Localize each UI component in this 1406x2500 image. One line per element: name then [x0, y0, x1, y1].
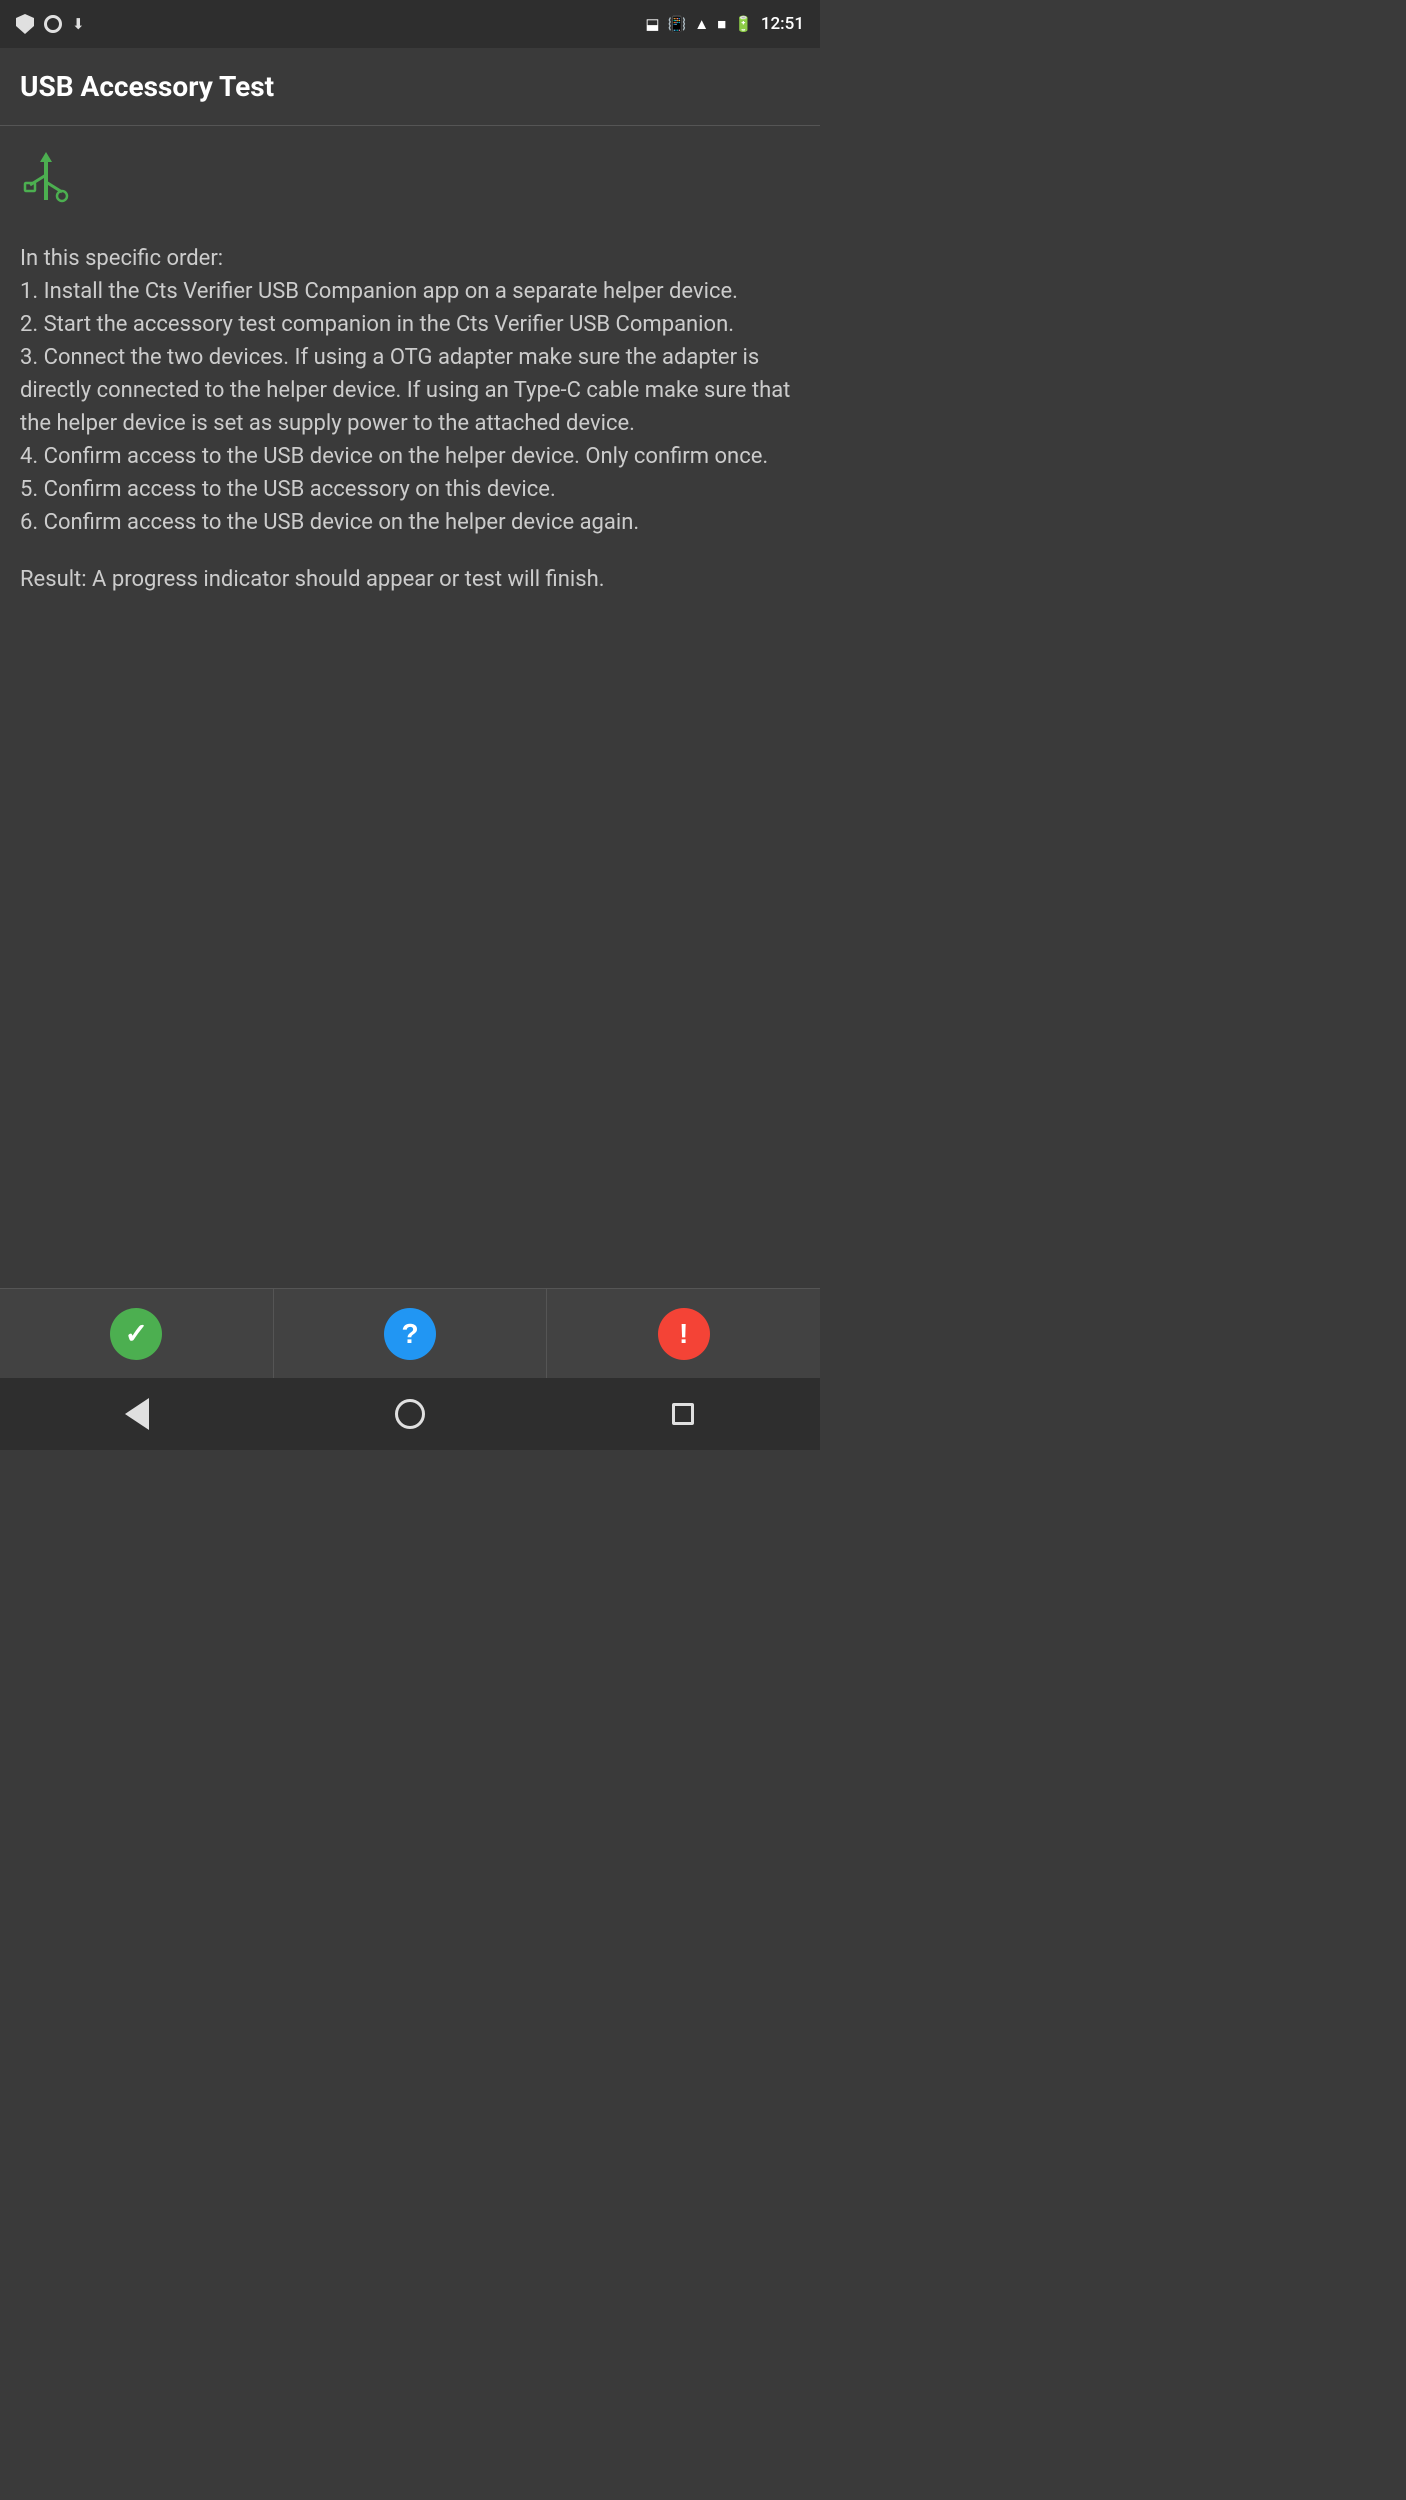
shield-icon [16, 14, 34, 34]
page-title: USB Accessory Test [20, 70, 274, 103]
home-icon [395, 1399, 425, 1429]
vibrate-icon: 📳 [668, 15, 687, 33]
usb-icon [20, 150, 800, 218]
question-icon: ? [401, 1318, 418, 1350]
info-icon-circle: ? [384, 1308, 436, 1360]
bluetooth-icon: ⬓ [645, 15, 659, 33]
main-content: In this specific order: 1. Install the C… [0, 126, 820, 1288]
bottom-action-bar: ✓ ? ! [0, 1288, 820, 1378]
download-icon: ⬇ [72, 15, 85, 33]
record-icon [44, 15, 62, 33]
result-text: Result: A progress indicator should appe… [20, 563, 800, 596]
fail-icon-circle: ! [658, 1308, 710, 1360]
nav-bar [0, 1378, 820, 1450]
wifi-icon: ▲ [694, 15, 709, 33]
pass-icon-circle: ✓ [110, 1308, 162, 1360]
back-icon [125, 1398, 149, 1430]
exclamation-icon: ! [679, 1318, 688, 1350]
time-display: 12:51 [761, 14, 804, 34]
pass-button[interactable]: ✓ [0, 1289, 273, 1378]
signal-icon: ■ [717, 15, 726, 33]
back-button[interactable] [107, 1384, 167, 1444]
home-button[interactable] [380, 1384, 440, 1444]
recents-icon [672, 1403, 694, 1425]
recents-button[interactable] [653, 1384, 713, 1444]
checkmark-icon: ✓ [125, 1317, 148, 1350]
fail-button[interactable]: ! [546, 1289, 820, 1378]
battery-icon: 🔋 [734, 15, 753, 33]
title-bar: USB Accessory Test [0, 48, 820, 126]
instructions-text: In this specific order: 1. Install the C… [20, 242, 800, 539]
info-button[interactable]: ? [273, 1289, 547, 1378]
status-bar: ⬇ ⬓ 📳 ▲ ■ 🔋 12:51 [0, 0, 820, 48]
status-bar-left-icons: ⬇ [16, 14, 85, 34]
status-bar-right-icons: ⬓ 📳 ▲ ■ 🔋 12:51 [645, 14, 804, 34]
